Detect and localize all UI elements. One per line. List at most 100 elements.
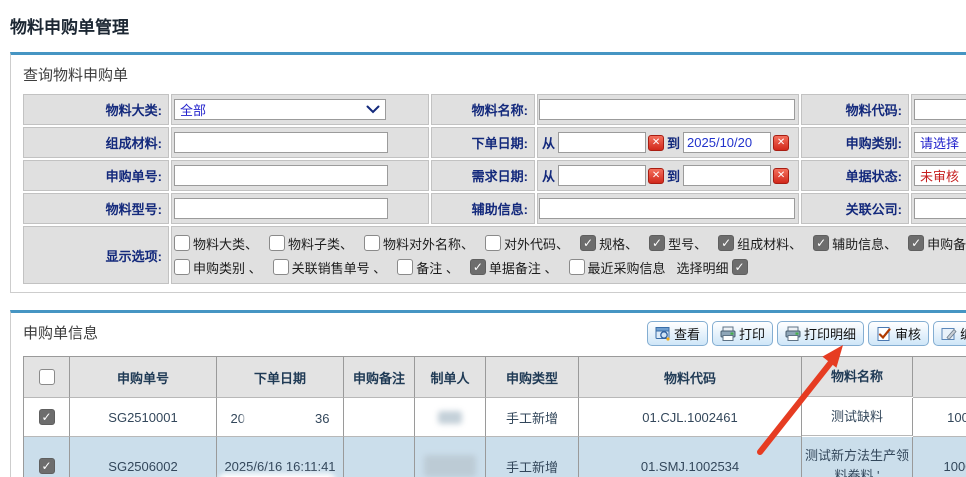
checkbox[interactable] — [174, 259, 190, 275]
related-company-input[interactable] — [914, 198, 966, 219]
display-options-line2: 申购类别 、 关联销售单号 、 备注 、 单据备注 、 最近采购信息 选择明细 — [174, 258, 966, 277]
cell-type: 手工新增 — [486, 437, 579, 477]
audit-icon — [876, 326, 892, 342]
need-date-to-input[interactable] — [683, 165, 771, 186]
request-no-label: 申购单号: — [23, 160, 169, 191]
query-panel: 查询物料申购单 物料大类: 全部 物料名称: 物料代码: 组成材料: — [10, 52, 966, 293]
option-external-name: 物料对外名称、 — [364, 234, 474, 253]
edit-icon — [941, 326, 957, 342]
aux-info-input[interactable] — [539, 198, 795, 219]
material-category-select[interactable]: 全部 — [174, 99, 386, 120]
col-header-remark: 申购备注 — [344, 357, 415, 398]
need-date-label: 需求日期: — [431, 160, 535, 191]
material-name-input[interactable] — [539, 99, 795, 120]
checkbox[interactable] — [813, 235, 829, 251]
form-row-3: 申购单号: 需求日期: 从 ✕ 到 ✕ 单据状态: 未审核 — [23, 160, 966, 191]
cell-qty: 1000 — [913, 437, 966, 477]
col-header-order-date: 下单日期 — [217, 357, 344, 398]
display-options-label: 显示选项: — [23, 226, 169, 284]
checkbox[interactable] — [580, 235, 596, 251]
material-name-label: 物料名称: — [431, 94, 535, 125]
cell-order-no: SG2506002 — [70, 437, 217, 477]
select-all-checkbox[interactable] — [39, 369, 55, 385]
row-checkbox[interactable] — [39, 409, 55, 425]
chevron-down-icon — [366, 105, 380, 114]
clear-date-icon[interactable]: ✕ — [648, 168, 664, 184]
table-row[interactable]: SG2510001 2036 手工新增 01.CJL.1002461 测试缺料 … — [24, 398, 966, 437]
clear-date-icon[interactable]: ✕ — [773, 168, 789, 184]
print-icon — [720, 326, 736, 342]
checkbox[interactable] — [273, 259, 289, 275]
material-category-value: 全部 — [180, 100, 206, 119]
component-material-input[interactable] — [174, 132, 388, 153]
cell-qty: 100 — [913, 398, 966, 437]
cell-order-date: 2036 — [217, 398, 344, 437]
form-row-1: 物料大类: 全部 物料名称: 物料代码: — [23, 94, 966, 125]
need-date-from-input[interactable] — [558, 165, 646, 186]
audit-button[interactable]: 审核 — [868, 321, 929, 346]
col-header-maker: 制单人 — [415, 357, 486, 398]
component-material-label: 组成材料: — [23, 127, 169, 158]
material-model-input[interactable] — [174, 198, 388, 219]
col-header-qty — [913, 357, 966, 398]
cell-order-no: SG2510001 — [70, 398, 217, 437]
order-date-from-input[interactable] — [558, 132, 646, 153]
doc-status-select[interactable]: 未审核 — [914, 165, 966, 186]
checkbox[interactable] — [470, 259, 486, 275]
option-recent-purchase-info: 最近采购信息 — [569, 258, 666, 277]
col-header-type: 申购类型 — [486, 357, 579, 398]
checkbox[interactable] — [174, 235, 190, 251]
order-date-from-label: 从 — [542, 133, 555, 152]
print-button[interactable]: 打印 — [712, 321, 773, 346]
related-company-label: 关联公司: — [801, 193, 909, 224]
view-icon — [655, 326, 671, 342]
checkbox[interactable] — [364, 235, 380, 251]
checkbox[interactable] — [569, 259, 585, 275]
cell-remark — [344, 437, 415, 477]
cell-maker — [415, 437, 486, 477]
option-request-category: 申购类别 、 — [174, 258, 262, 277]
order-date-to-input[interactable] — [683, 132, 771, 153]
checkbox[interactable] — [649, 235, 665, 251]
checkbox[interactable] — [718, 235, 734, 251]
clear-date-icon[interactable]: ✕ — [648, 135, 664, 151]
redaction-smudge — [438, 411, 462, 424]
material-model-label: 物料型号: — [23, 193, 169, 224]
material-code-label: 物料代码: — [801, 94, 909, 125]
cell-material-name: 测试缺料 — [802, 398, 913, 436]
request-category-label: 申购类别: — [801, 127, 909, 158]
checkbox[interactable] — [732, 259, 748, 275]
print-detail-icon — [785, 326, 801, 342]
cell-maker — [415, 398, 486, 437]
form-row-display-options: 显示选项: 物料大类、 物料子类、 物料对外名称、 对外代码、 规格、 型号、 … — [23, 226, 966, 284]
checkbox[interactable] — [397, 259, 413, 275]
checkbox[interactable] — [485, 235, 501, 251]
form-row-4: 物料型号: 辅助信息: 关联公司: — [23, 193, 966, 224]
cell-order-date: 2025/6/16 16:11:41 — [217, 437, 344, 477]
checkbox[interactable] — [908, 235, 924, 251]
option-material-subcategory: 物料子类、 — [269, 234, 353, 253]
print-detail-button[interactable]: 打印明细 — [777, 321, 864, 346]
option-spec: 规格、 — [580, 234, 638, 253]
option-model: 型号、 — [649, 234, 707, 253]
clear-date-icon[interactable]: ✕ — [773, 135, 789, 151]
cell-material-code: 01.SMJ.1002534 — [579, 437, 802, 477]
redaction-smudge — [247, 408, 313, 423]
option-external-code: 对外代码、 — [485, 234, 569, 253]
edit-button[interactable]: 编辑 — [933, 321, 966, 346]
need-date-to-label: 到 — [667, 166, 680, 185]
material-code-input[interactable] — [914, 99, 966, 120]
col-header-material-name: 物料名称 — [802, 357, 913, 397]
view-button[interactable]: 查看 — [647, 321, 708, 346]
cell-type: 手工新增 — [486, 398, 579, 437]
request-category-select[interactable]: 请选择 — [914, 132, 966, 153]
checkbox[interactable] — [269, 235, 285, 251]
request-no-input[interactable] — [174, 165, 388, 186]
option-aux-info: 辅助信息、 — [813, 234, 897, 253]
option-related-sales-no: 关联销售单号 、 — [273, 258, 387, 277]
table-row[interactable]: SG2506002 2025/6/16 16:11:41 手工新增 01.SMJ… — [24, 437, 966, 477]
row-checkbox[interactable] — [39, 458, 55, 474]
option-select-detail: 选择明细 — [677, 258, 748, 277]
order-date-to-label: 到 — [667, 133, 680, 152]
info-panel: 申购单信息 查看 打印 打印明细 审核 编辑 申购单号 下单日期 申购备注 — [10, 310, 966, 477]
